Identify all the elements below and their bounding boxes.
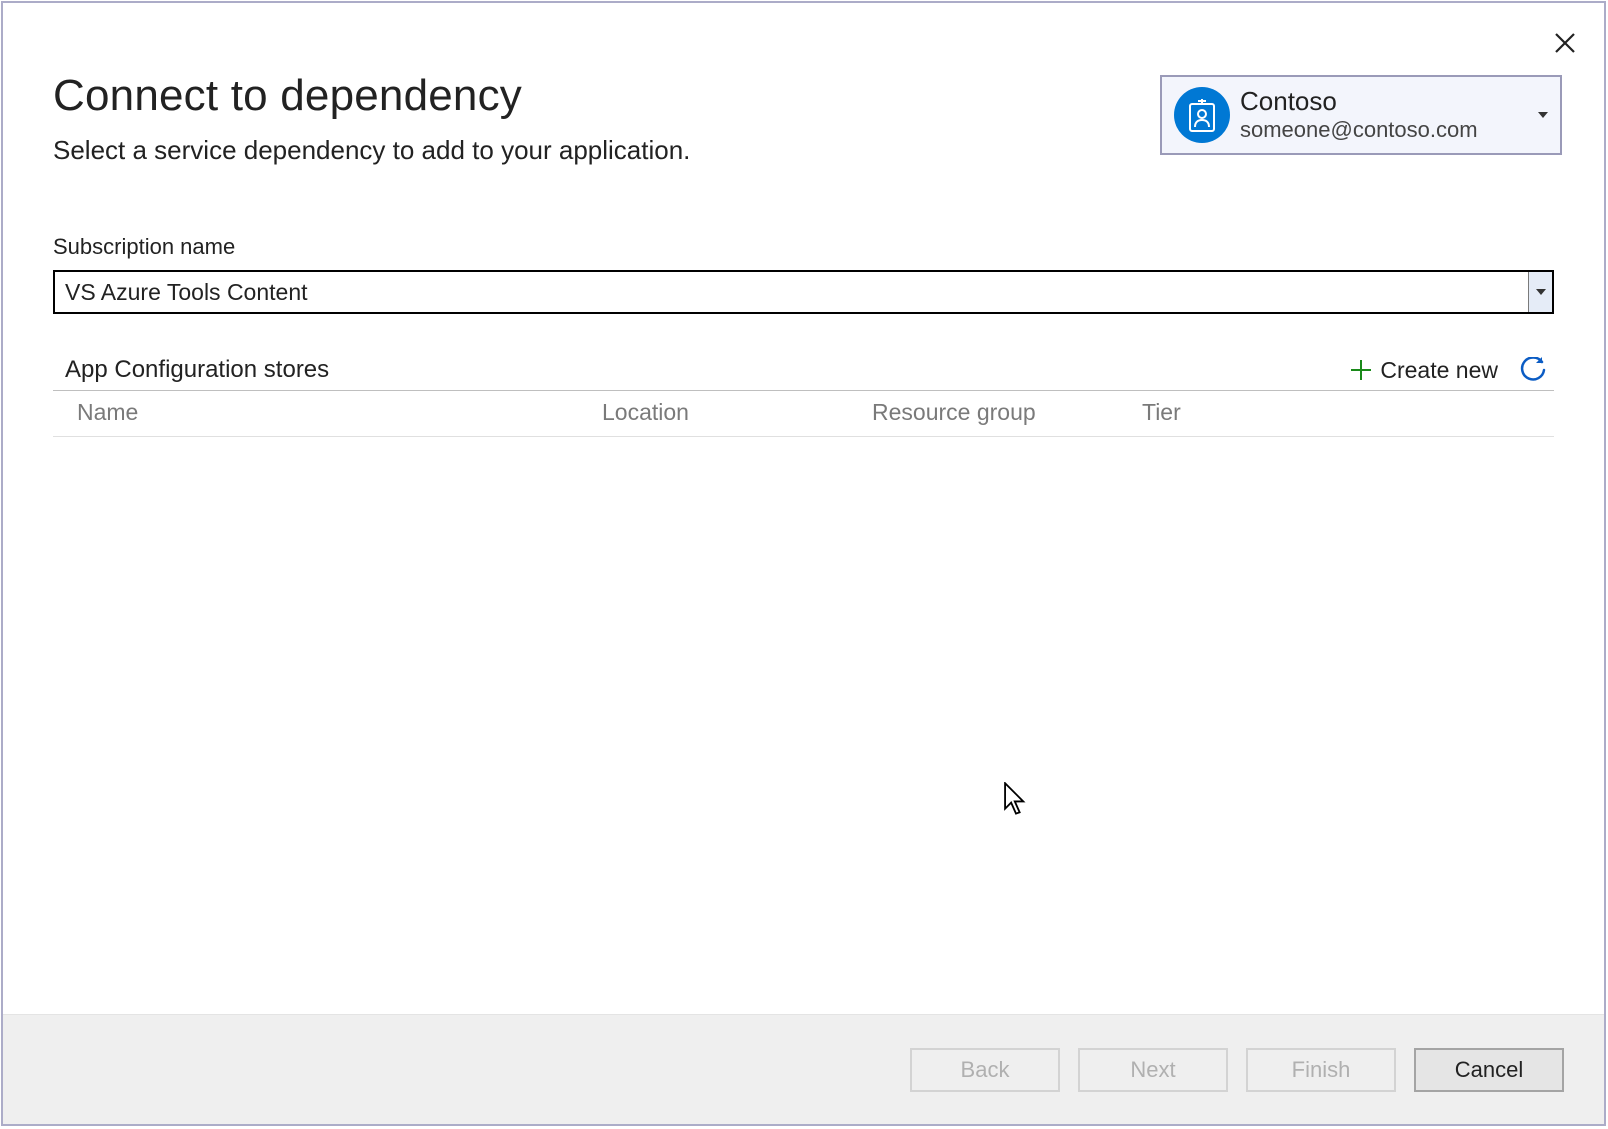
section-header: App Configuration stores Create new — [53, 356, 1554, 390]
back-button: Back — [910, 1048, 1060, 1092]
column-header-tier[interactable]: Tier — [1142, 399, 1542, 426]
next-button: Next — [1078, 1048, 1228, 1092]
refresh-icon — [1520, 357, 1546, 383]
dropdown-button[interactable] — [1528, 272, 1552, 312]
column-header-resource-group[interactable]: Resource group — [872, 399, 1142, 426]
finish-button: Finish — [1246, 1048, 1396, 1092]
content-area: Connect to dependency Select a service d… — [3, 3, 1604, 1014]
section-title: App Configuration stores — [65, 356, 1350, 384]
subscription-dropdown[interactable]: VS Azure Tools Content — [53, 270, 1554, 314]
cancel-button[interactable]: Cancel — [1414, 1048, 1564, 1092]
subscription-label: Subscription name — [53, 234, 1554, 260]
dialog-window: Contoso someone@contoso.com Connect to d… — [1, 1, 1606, 1126]
refresh-button[interactable] — [1520, 357, 1546, 383]
create-new-button[interactable]: Create new — [1350, 357, 1498, 384]
subscription-value: VS Azure Tools Content — [55, 272, 1528, 312]
create-new-label: Create new — [1380, 357, 1498, 384]
divider — [53, 436, 1554, 437]
table-header: Name Location Resource group Tier — [53, 391, 1554, 436]
chevron-down-icon — [1536, 289, 1546, 295]
footer-bar: Back Next Finish Cancel — [3, 1014, 1604, 1124]
column-header-name[interactable]: Name — [77, 399, 602, 426]
plus-icon — [1350, 359, 1372, 381]
page-subtitle: Select a service dependency to add to yo… — [53, 135, 1554, 166]
column-header-location[interactable]: Location — [602, 399, 872, 426]
page-title: Connect to dependency — [53, 71, 1554, 121]
